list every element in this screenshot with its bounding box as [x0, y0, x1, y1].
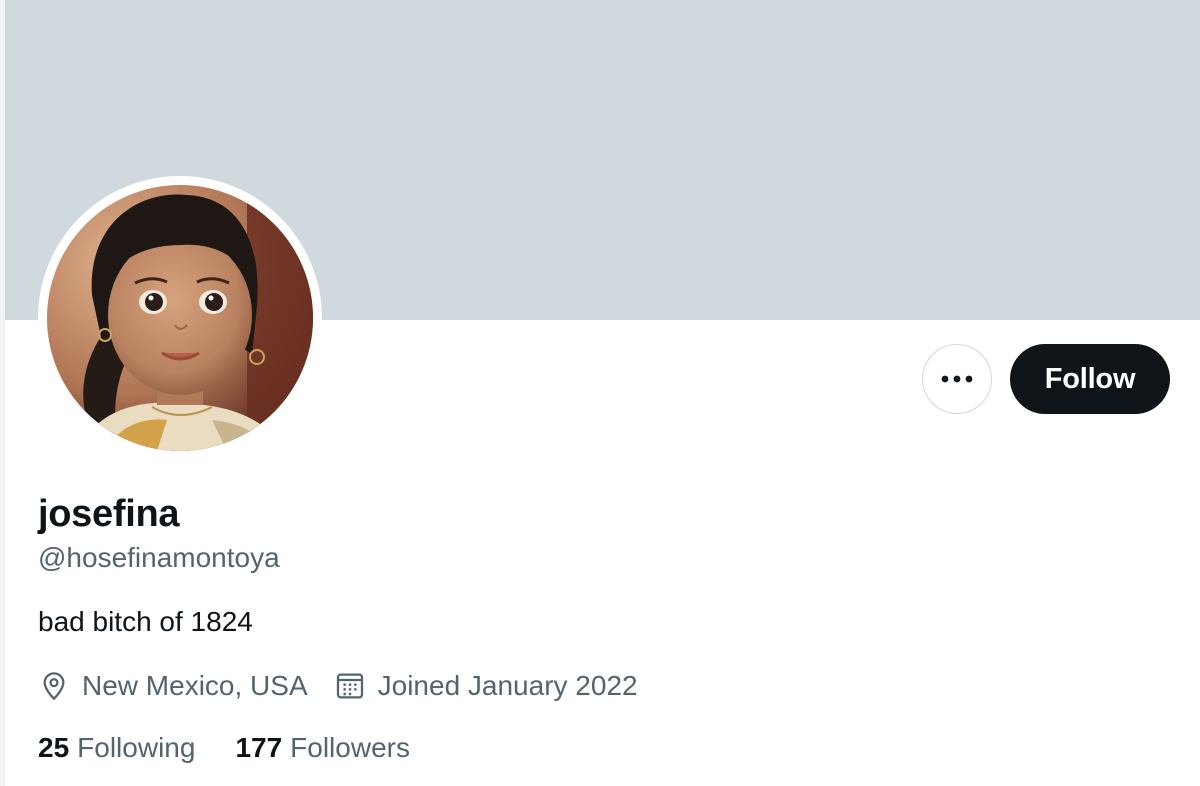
follow-button-label: Follow	[1044, 362, 1136, 395]
profile-meta: New Mexico, USA Joined January 2022	[38, 666, 664, 706]
avatar[interactable]	[47, 185, 313, 451]
location-item: New Mexico, USA	[38, 670, 308, 702]
following-count: 25	[38, 732, 70, 763]
calendar-icon	[336, 673, 363, 699]
profile-page: Follow josefina @hosefinamontoya bad bit…	[0, 0, 1200, 786]
followers-link[interactable]: 177 Followers	[235, 732, 410, 764]
display-name: josefina	[38, 493, 180, 535]
following-link[interactable]: 25 Following	[38, 732, 195, 764]
more-options-button[interactable]	[922, 344, 992, 414]
follow-button[interactable]: Follow	[1010, 344, 1170, 414]
joined-date-text: Joined January 2022	[377, 670, 638, 701]
username-handle: @hosefinamontoya	[38, 542, 280, 573]
more-horizontal-icon	[941, 375, 973, 383]
location-pin-icon	[43, 672, 65, 701]
location-text: New Mexico, USA	[82, 670, 308, 701]
follow-stats: 25 Following 177 Followers	[38, 730, 450, 766]
joined-item: Joined January 2022	[334, 670, 638, 702]
avatar-image	[47, 185, 313, 451]
following-label: Following	[77, 732, 196, 763]
followers-label: Followers	[290, 732, 410, 763]
followers-count: 177	[235, 732, 283, 763]
profile-bio: bad bitch of 1824	[38, 606, 253, 637]
